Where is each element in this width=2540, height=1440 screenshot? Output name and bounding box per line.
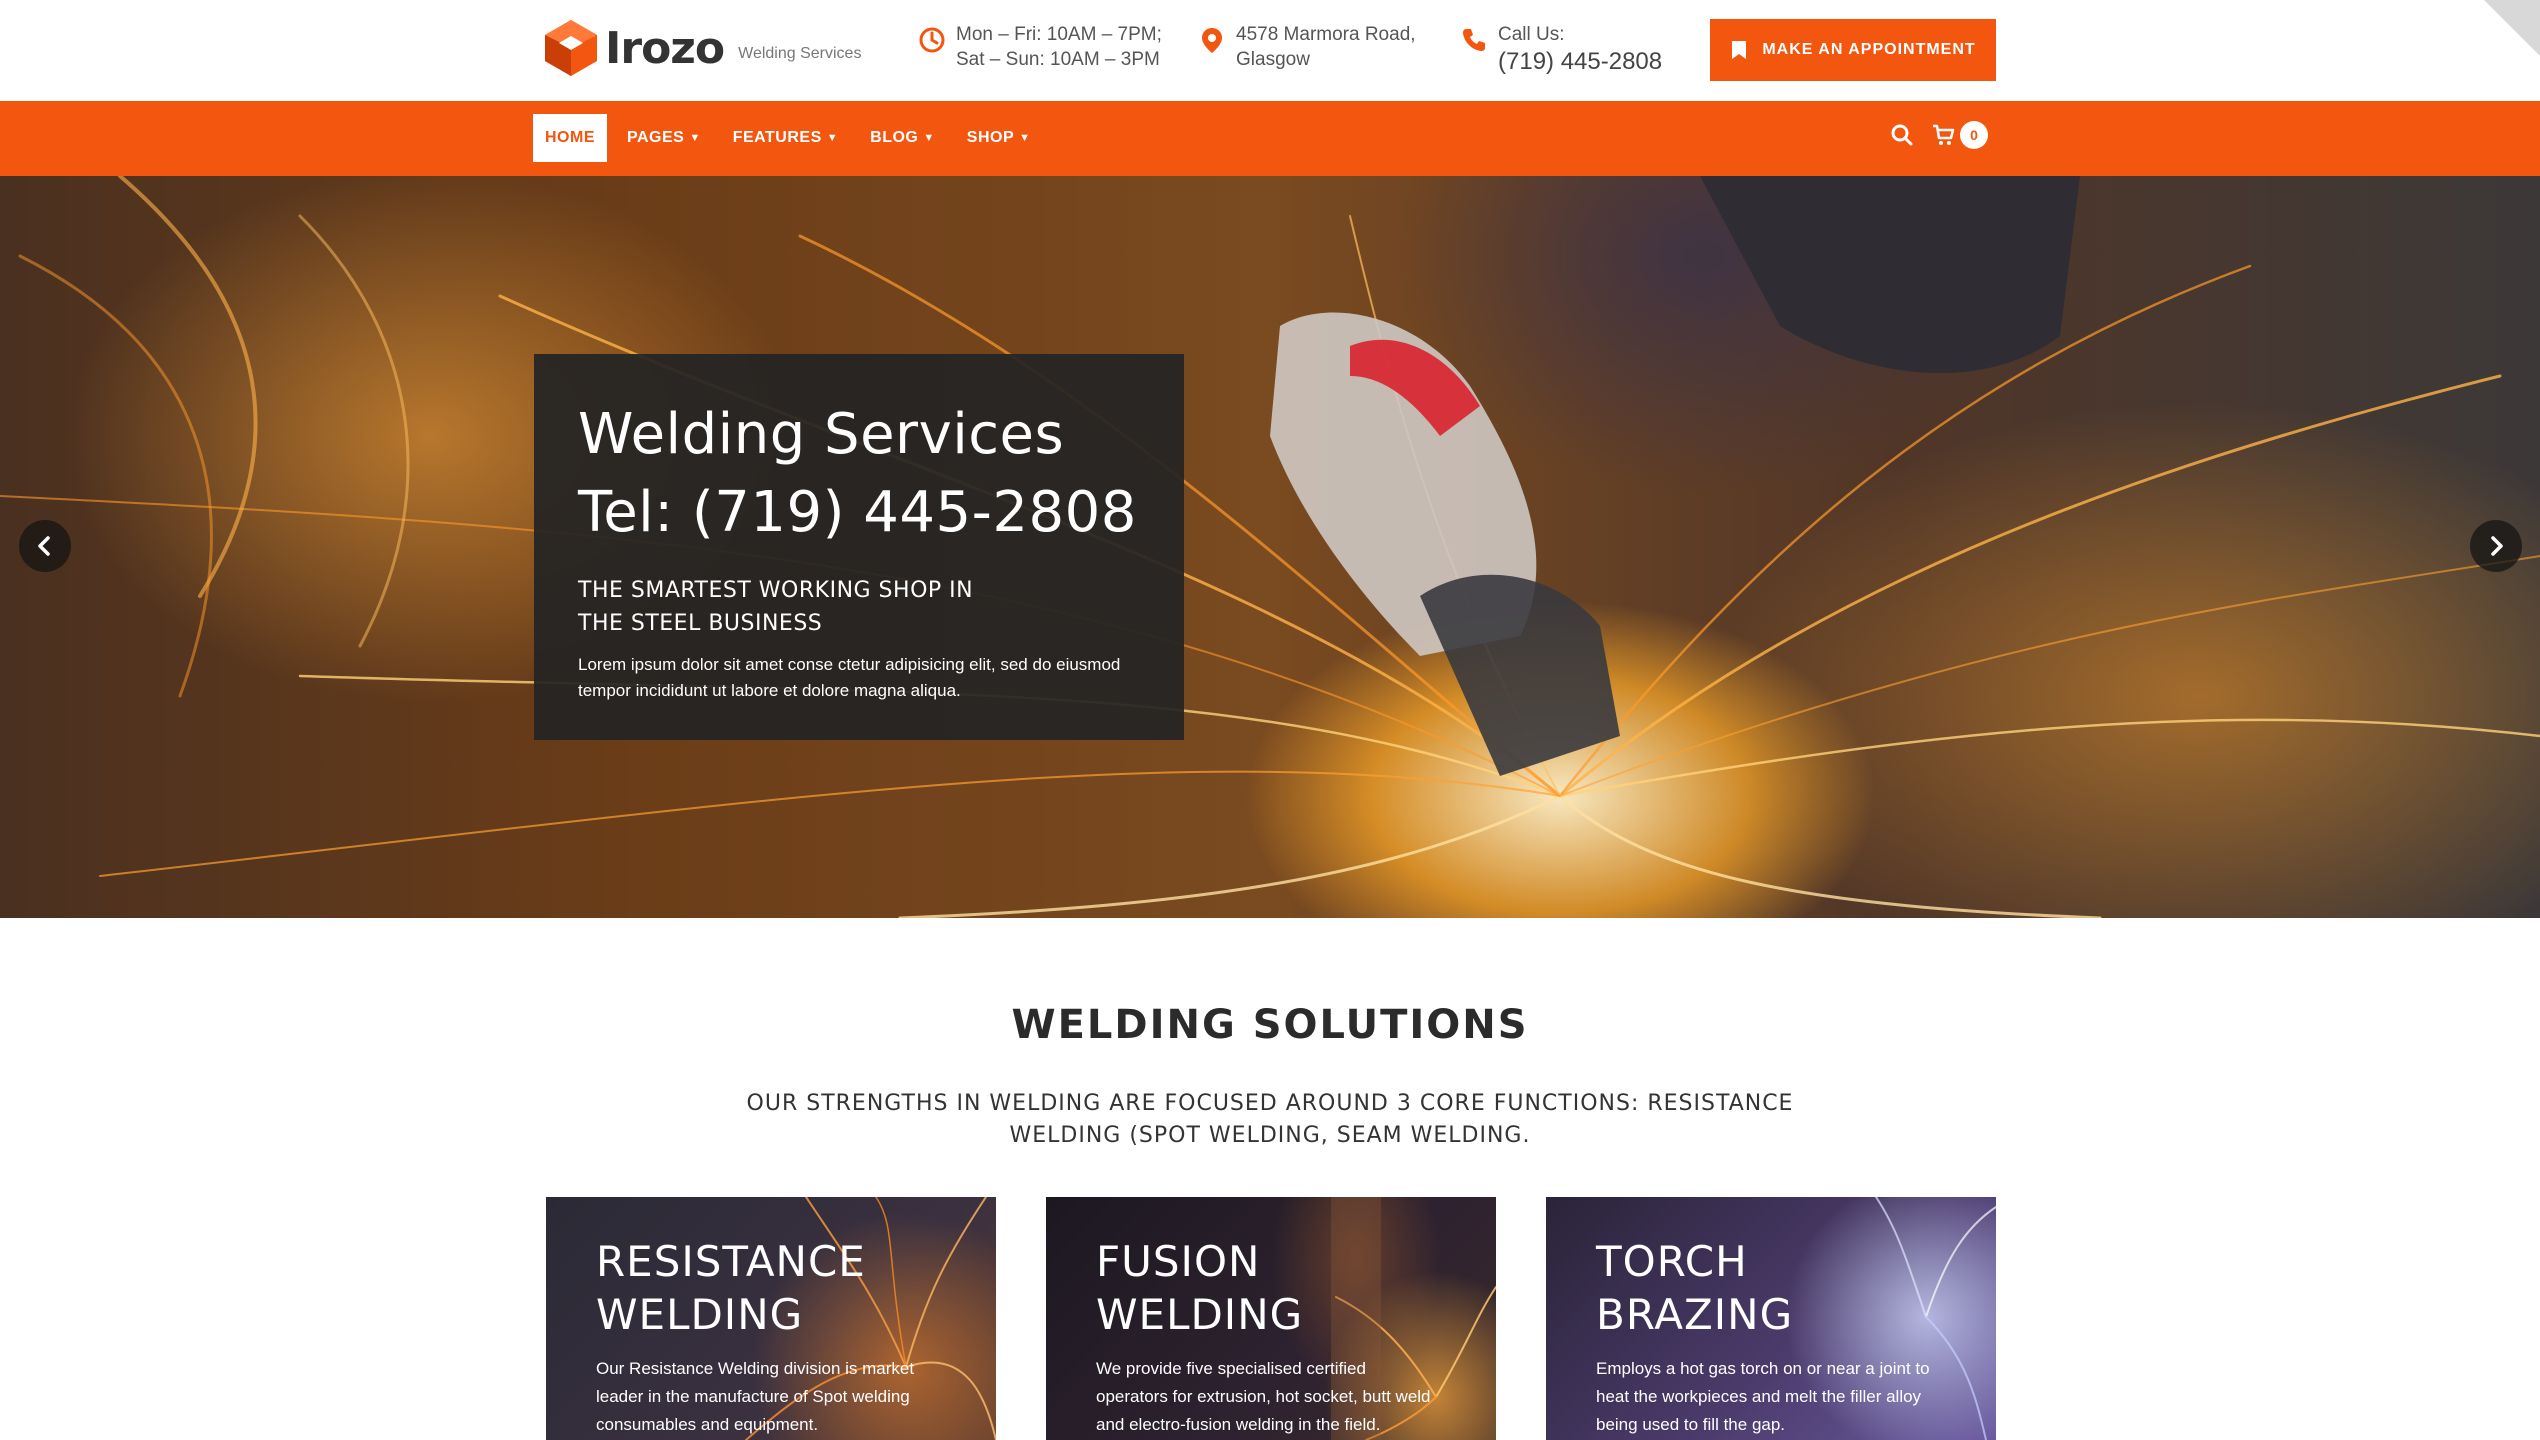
hero-title: Welding Services Tel: (719) 445-2808: [578, 396, 1140, 552]
chevron-right-icon: [2491, 536, 2503, 556]
logo-tagline: Welding Services: [738, 45, 862, 62]
card-body: We provide five specialised certified op…: [1096, 1359, 1431, 1434]
address-line-2: Glasgow: [1236, 49, 1310, 70]
card-title-line: RESISTANCE: [596, 1237, 866, 1286]
cart-count-badge: 0: [1960, 121, 1988, 149]
search-icon[interactable]: [1890, 123, 1914, 147]
call-us: Call Us: (719) 445-2808: [1460, 22, 1662, 77]
cart-icon: [1933, 124, 1955, 145]
hero-subtitle-line-2: THE STEEL BUSINESS: [578, 611, 823, 636]
address-line-1: 4578 Marmora Road,: [1236, 24, 1416, 45]
hours-line-1: Mon – Fri: 10AM – 7PM;: [956, 24, 1162, 45]
caret-down-icon: ▼: [689, 132, 701, 144]
card-title-line: FUSION: [1096, 1237, 1261, 1286]
card-title: FUSION WELDING: [1096, 1235, 1446, 1341]
logo-name: Irozo: [605, 22, 725, 74]
card-title-line: WELDING: [596, 1290, 804, 1339]
hours-line-2: Sat – Sun: 10AM – 3PM: [956, 49, 1160, 70]
make-appointment-label: MAKE AN APPOINTMENT: [1762, 41, 1976, 58]
top-header: Irozo Welding Services Mon – Fri: 10AM –…: [0, 0, 2540, 101]
nav-menu: HOME PAGES ▼ FEATURES ▼ BLOG ▼ SHOP ▼: [533, 114, 1051, 162]
logo-icon: [545, 20, 597, 76]
section-title: WELDING SOLUTIONS: [1011, 1002, 1529, 1048]
make-appointment-button[interactable]: MAKE AN APPOINTMENT: [1710, 19, 1996, 81]
card-body: Our Resistance Welding division is marke…: [596, 1359, 915, 1434]
logo[interactable]: Irozo Welding Services: [543, 18, 861, 78]
card-title: RESISTANCE WELDING: [596, 1235, 946, 1341]
corner-fold-icon[interactable]: [2484, 0, 2540, 56]
nav-label: FEATURES: [732, 129, 822, 146]
nav-label: PAGES: [627, 129, 685, 146]
phone-icon: [1463, 29, 1485, 51]
service-card-fusion-welding[interactable]: FUSION WELDING We provide five specialis…: [1046, 1197, 1496, 1440]
call-label: Call Us:: [1498, 24, 1565, 45]
nav-item-features[interactable]: FEATURES ▼: [721, 114, 850, 162]
nav-item-blog[interactable]: BLOG ▼: [858, 114, 947, 162]
service-cards: RESISTANCE WELDING Our Resistance Weldin…: [546, 1197, 1996, 1440]
nav-item-home[interactable]: HOME: [533, 114, 607, 162]
caret-down-icon: ▼: [923, 132, 935, 144]
caret-down-icon: ▼: [1019, 132, 1031, 144]
address: 4578 Marmora Road, Glasgow: [1198, 22, 1416, 72]
service-card-torch-brazing[interactable]: TORCH BRAZING Employs a hot gas torch on…: [1546, 1197, 1996, 1440]
slider-prev-button[interactable]: [19, 520, 71, 572]
hero-subtitle-line-1: THE SMARTEST WORKING SHOP IN: [578, 578, 974, 603]
card-body: Employs a hot gas torch on or near a joi…: [1596, 1359, 1930, 1434]
section-subtitle: OUR STRENGTHS IN WELDING ARE FOCUSED ARO…: [746, 1091, 1794, 1148]
slider-next-button[interactable]: [2470, 520, 2522, 572]
service-card-resistance-welding[interactable]: RESISTANCE WELDING Our Resistance Weldin…: [546, 1197, 996, 1440]
bookmark-icon: [1732, 41, 1747, 59]
nav-label: BLOG: [870, 129, 919, 146]
main-nav: HOME PAGES ▼ FEATURES ▼ BLOG ▼ SHOP ▼ 0: [0, 101, 2540, 176]
hero-phone: Tel: (719) 445-2808: [578, 480, 1137, 545]
opening-hours: Mon – Fri: 10AM – 7PM; Sat – Sun: 10AM –…: [918, 22, 1162, 72]
hero-slider: Welding Services Tel: (719) 445-2808 THE…: [0, 176, 2540, 918]
welding-sparks-image: [0, 176, 2540, 918]
chevron-left-icon: [38, 536, 50, 556]
nav-label: HOME: [545, 129, 595, 146]
nav-item-pages[interactable]: PAGES ▼: [615, 114, 713, 162]
card-title: TORCH BRAZING: [1596, 1235, 1946, 1341]
call-phone[interactable]: (719) 445-2808: [1498, 47, 1662, 77]
clock-icon: [919, 27, 945, 53]
hero-subtitle: THE SMARTEST WORKING SHOP IN THE STEEL B…: [578, 574, 1140, 640]
nav-item-shop[interactable]: SHOP ▼: [955, 114, 1043, 162]
nav-tools: 0: [1890, 121, 1988, 149]
hero-caption-card: Welding Services Tel: (719) 445-2808 THE…: [534, 354, 1184, 740]
map-pin-icon: [1202, 28, 1222, 53]
hero-title-line-1: Welding Services: [578, 402, 1065, 467]
caret-down-icon: ▼: [826, 132, 839, 144]
cart-button[interactable]: 0: [1932, 121, 1988, 149]
hero-body-text: Lorem ipsum dolor sit amet conse ctetur …: [578, 655, 1121, 700]
card-title-line: WELDING: [1096, 1290, 1304, 1339]
nav-label: SHOP: [966, 129, 1015, 146]
card-title-line: BRAZING: [1596, 1290, 1794, 1339]
card-title-line: TORCH: [1596, 1237, 1748, 1286]
